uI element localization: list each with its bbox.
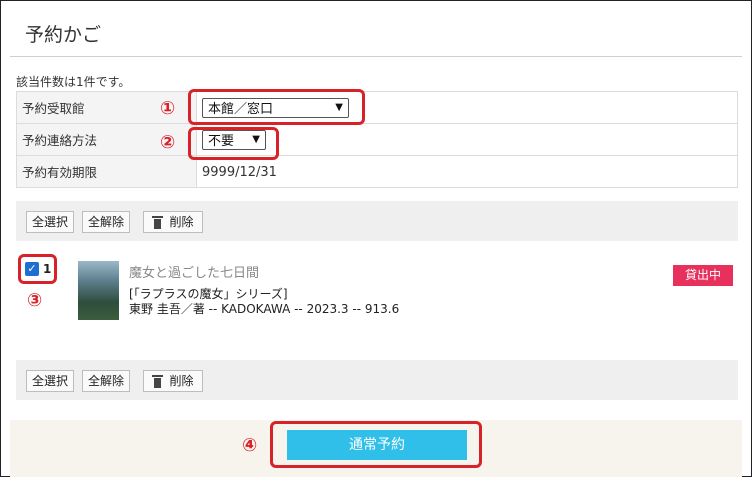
deselect-all-button[interactable]: 全解除 (82, 370, 130, 392)
annotation-mark-3: ③ (27, 290, 43, 311)
annotation-box-4 (270, 421, 482, 468)
select-all-button[interactable]: 全選択 (26, 370, 74, 392)
book-meta: 東野 圭吾／著 -- KADOKAWA -- 2023.3 -- 913.6 (129, 302, 400, 316)
delete-button[interactable]: 削除 (143, 211, 203, 233)
annotation-box-1 (188, 89, 365, 125)
form-row-pickup: 予約受取館 本館／窓口 ▼ (16, 91, 738, 124)
toolbar-top: 全選択 全解除 削除 (16, 201, 738, 241)
annotation-mark-2: ② (160, 132, 176, 153)
delete-button[interactable]: 削除 (143, 370, 203, 392)
expiry-value: 9999/12/31 (202, 164, 277, 180)
book-cover-image (78, 261, 119, 320)
trash-icon (152, 374, 164, 388)
select-all-button[interactable]: 全選択 (26, 211, 74, 233)
trash-icon (152, 215, 164, 229)
annotation-box-3 (18, 254, 57, 284)
page-title: 予約かご (25, 24, 102, 46)
expiry-label: 予約有効期限 (16, 155, 197, 188)
annotation-box-2 (188, 127, 279, 160)
book-title-link[interactable]: 魔女と過ごした七日間 (129, 262, 259, 281)
reservation-form: 予約受取館 本館／窓口 ▼ 予約連絡方法 不要 ▼ 予約有効期限 9999/12… (16, 91, 738, 188)
toolbar-bottom: 全選択 全解除 削除 (16, 360, 738, 400)
divider (10, 56, 742, 57)
annotation-mark-4: ④ (242, 435, 258, 456)
form-row-expiry: 予約有効期限 9999/12/31 (16, 155, 738, 188)
status-badge: 貸出中 (673, 265, 733, 286)
delete-label: 削除 (169, 215, 194, 229)
form-row-contact: 予約連絡方法 不要 ▼ (16, 123, 738, 156)
annotation-mark-1: ① (160, 98, 176, 119)
deselect-all-button[interactable]: 全解除 (82, 211, 130, 233)
result-count: 該当件数は1件です。 (16, 75, 131, 89)
delete-label: 削除 (169, 374, 194, 388)
